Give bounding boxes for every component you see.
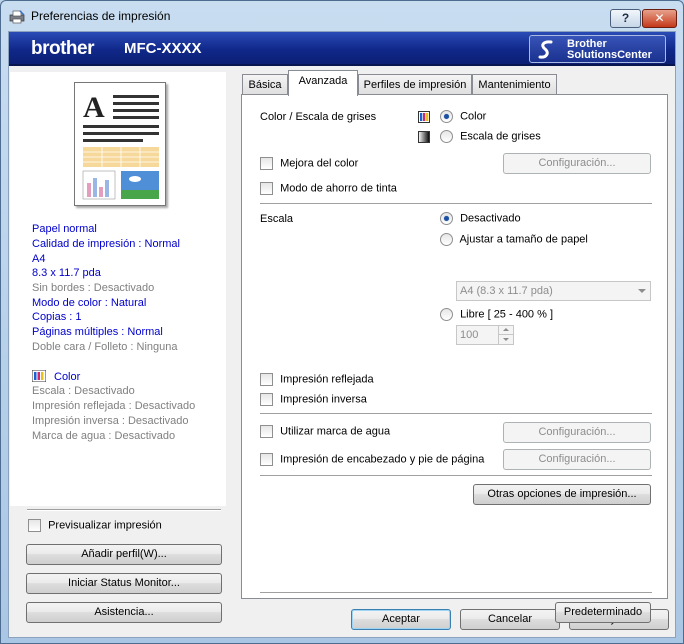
fit-paper-label: Ajustar a tamaño de papel bbox=[459, 233, 588, 246]
summary-line: 8.3 x 11.7 pda bbox=[32, 267, 101, 279]
color-enhance-checkbox[interactable] bbox=[260, 157, 273, 170]
header-footer-settings-button[interactable]: Configuración... bbox=[503, 449, 651, 470]
summary-line: Papel normal bbox=[32, 223, 97, 235]
watermark-row[interactable]: Utilizar marca de agua bbox=[260, 425, 390, 438]
summary-line: Calidad de impresión : Normal bbox=[32, 238, 180, 250]
settings-summary-panel: A Papel normal Calidad de impresión: No… bbox=[10, 72, 226, 506]
default-button[interactable]: Predeterminado bbox=[555, 602, 651, 623]
summary-color-label: Color bbox=[54, 371, 81, 383]
brand-header: brother MFC-XXXX Brother SolutionsCenter bbox=[9, 32, 675, 66]
color-mode-icon bbox=[32, 370, 46, 382]
free-scale-row[interactable]: Libre [ 25 - 400 % ] bbox=[440, 308, 553, 321]
status-monitor-button[interactable]: Iniciar Status Monitor... bbox=[26, 573, 222, 594]
preview-checkbox-label: Previsualizar impresión bbox=[48, 519, 162, 532]
color-radio-label: Color bbox=[460, 110, 487, 123]
document-preview-icon: A bbox=[82, 91, 159, 200]
solutions-center-icon bbox=[538, 40, 553, 59]
solutions-center-button[interactable]: Brother SolutionsCenter bbox=[529, 35, 666, 63]
color-enhance-label: Mejora del color bbox=[280, 157, 359, 170]
scale-off-row[interactable]: Desactivado bbox=[440, 212, 521, 225]
cancel-button[interactable]: Cancelar bbox=[460, 609, 560, 630]
preview-checkbox[interactable] bbox=[28, 519, 41, 532]
tab-perfiles[interactable]: Perfiles de impresión bbox=[358, 74, 472, 95]
mirror-label: Impresión reflejada bbox=[280, 373, 374, 386]
color-enhance-settings-button[interactable]: Configuración... bbox=[503, 153, 651, 174]
reverse-label: Impresión inversa bbox=[280, 393, 367, 406]
summary-line: Doble cara / Folleto : Ninguna bbox=[32, 341, 178, 353]
color-enhance-row[interactable]: Mejora del color bbox=[260, 157, 358, 170]
printer-icon bbox=[9, 10, 25, 24]
mirror-row[interactable]: Impresión reflejada bbox=[260, 373, 374, 386]
summary-line: Páginas múltiples : Normal bbox=[32, 326, 163, 338]
separator bbox=[260, 413, 652, 415]
support-button[interactable]: Asistencia... bbox=[26, 602, 222, 623]
header-footer-label: Impresión de encabezado y pie de página bbox=[280, 453, 485, 466]
dialog-client-area: brother MFC-XXXX Brother SolutionsCenter… bbox=[8, 31, 676, 638]
spin-down-icon[interactable] bbox=[498, 335, 513, 344]
scale-label: Escala bbox=[260, 213, 294, 225]
ok-button[interactable]: Aceptar bbox=[351, 609, 451, 630]
summary-line: A4 bbox=[32, 253, 46, 265]
watermark-settings-button[interactable]: Configuración... bbox=[503, 422, 651, 443]
ink-save-row[interactable]: Modo de ahorro de tinta bbox=[260, 182, 397, 195]
fit-paper-row[interactable]: Ajustar a tamaño de papel bbox=[440, 233, 588, 246]
scale-off-radio[interactable] bbox=[440, 212, 453, 225]
add-profile-button[interactable]: Añadir perfil(W)... bbox=[26, 544, 222, 565]
spin-up-icon[interactable] bbox=[498, 326, 513, 335]
svg-text:A: A bbox=[83, 91, 105, 124]
free-scale-value: 100 bbox=[460, 329, 479, 341]
summary-line: Modo de color : Natural bbox=[32, 297, 147, 309]
page-preview-image: A bbox=[74, 82, 166, 206]
summary-line: Escala : Desactivado bbox=[32, 385, 135, 397]
model-name: MFC-XXXX bbox=[124, 40, 202, 57]
paper-size-combo[interactable]: A4 (8.3 x 11.7 pda) bbox=[456, 281, 651, 301]
free-scale-spinner[interactable]: 100 bbox=[456, 325, 514, 345]
color-radio-row[interactable]: Color bbox=[440, 110, 486, 123]
close-button[interactable]: ✕ bbox=[642, 9, 677, 28]
summary-line: Copias : 1 bbox=[32, 311, 82, 323]
reverse-checkbox[interactable] bbox=[260, 393, 273, 406]
window-title: Preferencias de impresión bbox=[31, 9, 171, 23]
grayscale-radio-label: Escala de grises bbox=[460, 130, 541, 143]
separator bbox=[260, 203, 652, 205]
scale-off-label: Desactivado bbox=[460, 212, 521, 225]
free-scale-radio[interactable] bbox=[440, 308, 453, 321]
free-scale-label: Libre [ 25 - 400 % ] bbox=[460, 308, 554, 321]
summary-line: Impresión inversa : Desactivado bbox=[32, 415, 189, 427]
summary-line: Sin bordes : Desactivado bbox=[32, 282, 155, 294]
other-print-options-button[interactable]: Otras opciones de impresión... bbox=[473, 484, 651, 505]
brother-logo: brother bbox=[31, 38, 95, 59]
paper-size-value: A4 (8.3 x 11.7 pda) bbox=[460, 285, 553, 297]
tab-avanzada[interactable]: Avanzada bbox=[288, 70, 358, 96]
mirror-checkbox[interactable] bbox=[260, 373, 273, 386]
preview-checkbox-row[interactable]: Previsualizar impresión bbox=[28, 519, 162, 532]
summary-line: Impresión reflejada : Desactivado bbox=[32, 400, 196, 412]
summary-line: Marca de agua : Desactivado bbox=[32, 430, 176, 442]
grayscale-radio[interactable] bbox=[440, 130, 453, 143]
advanced-tab-panel: Color / Escala de grises Color Escala de… bbox=[241, 94, 668, 623]
watermark-label: Utilizar marca de agua bbox=[280, 425, 391, 438]
grayscale-option-icon bbox=[418, 131, 430, 143]
ink-save-checkbox[interactable] bbox=[260, 182, 273, 195]
header-footer-checkbox[interactable] bbox=[260, 453, 273, 466]
print-preferences-window: Preferencias de impresión ? ✕ brother MF… bbox=[0, 0, 684, 644]
chevron-down-icon bbox=[638, 289, 646, 293]
watermark-checkbox[interactable] bbox=[260, 425, 273, 438]
grayscale-radio-row[interactable]: Escala de grises bbox=[440, 130, 541, 143]
color-section-label: Color / Escala de grises bbox=[260, 111, 377, 123]
help-title-button[interactable]: ? bbox=[610, 9, 641, 28]
ink-save-label: Modo de ahorro de tinta bbox=[280, 182, 397, 195]
title-bar[interactable]: Preferencias de impresión ? ✕ bbox=[1, 1, 683, 31]
tab-mantenimiento[interactable]: Mantenimiento bbox=[472, 74, 557, 95]
tab-basica[interactable]: Básica bbox=[242, 74, 288, 95]
reverse-row[interactable]: Impresión inversa bbox=[260, 393, 367, 406]
color-radio[interactable] bbox=[440, 110, 453, 123]
header-footer-row[interactable]: Impresión de encabezado y pie de página bbox=[260, 453, 484, 466]
separator bbox=[260, 475, 652, 477]
color-option-icon bbox=[418, 111, 430, 123]
solutions-line2: SolutionsCenter bbox=[567, 49, 652, 61]
separator bbox=[260, 592, 652, 594]
left-separator bbox=[27, 509, 221, 511]
fit-paper-radio[interactable] bbox=[440, 233, 453, 246]
